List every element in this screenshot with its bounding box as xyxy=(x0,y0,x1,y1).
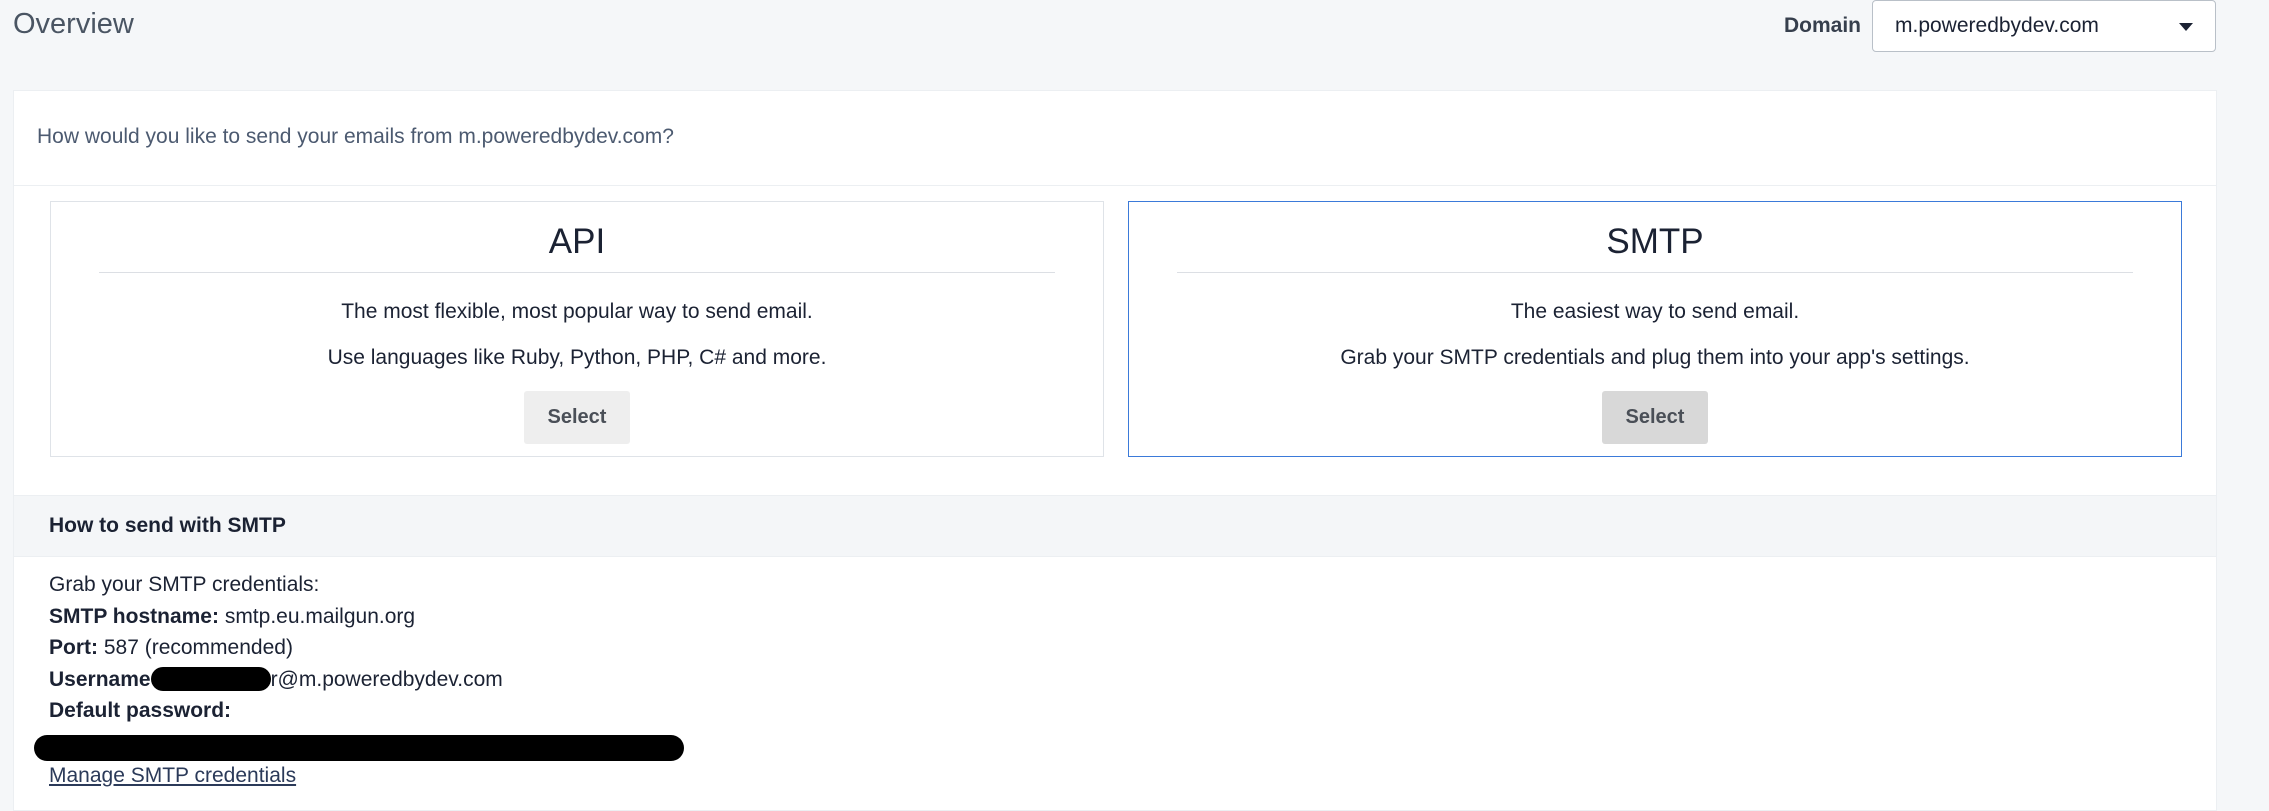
option-card-smtp[interactable]: SMTP The easiest way to send email. Grab… xyxy=(1128,201,2182,457)
page-title: Overview xyxy=(13,8,134,40)
hostname-row: SMTP hostname: smtp.eu.mailgun.org xyxy=(49,601,503,633)
port-row: Port: 587 (recommended) xyxy=(49,632,503,664)
option-subdescription-api: Use languages like Ruby, Python, PHP, C#… xyxy=(327,346,827,369)
redacted-password xyxy=(34,735,684,761)
option-description-api: The most flexible, most popular way to s… xyxy=(341,300,813,323)
divider xyxy=(1177,272,2133,273)
port-label: Port: xyxy=(49,636,98,659)
option-card-api[interactable]: API The most flexible, most popular way … xyxy=(50,201,1104,457)
select-api-button[interactable]: Select xyxy=(524,391,630,444)
hostname-value: smtp.eu.mailgun.org xyxy=(224,604,416,628)
top-bar: Overview Domain m.poweredbydev.com xyxy=(0,0,2269,90)
divider xyxy=(14,185,2216,186)
option-description-smtp: The easiest way to send email. xyxy=(1510,300,1800,323)
smtp-section-title: How to send with SMTP xyxy=(49,514,286,537)
username-value: r@m.poweredbydev.com xyxy=(270,667,503,691)
option-title-api: API xyxy=(548,222,606,261)
smtp-credentials: Grab your SMTP credentials: SMTP hostnam… xyxy=(49,569,503,727)
sending-method-card: How would you like to send your emails f… xyxy=(13,90,2217,811)
smtp-section-header: How to send with SMTP xyxy=(14,495,2216,557)
username-row: Username r@m.poweredbydev.com xyxy=(49,664,503,696)
hostname-label: SMTP hostname: xyxy=(49,604,219,628)
credentials-intro: Grab your SMTP credentials: xyxy=(49,573,320,596)
username-label: Username xyxy=(49,667,151,691)
domain-select-value: m.poweredbydev.com xyxy=(1895,14,2099,37)
chevron-down-icon xyxy=(2179,23,2193,31)
divider xyxy=(99,272,1055,273)
port-value: 587 (recommended) xyxy=(103,636,293,659)
password-row: Default password: xyxy=(49,695,503,727)
redacted-username xyxy=(150,666,271,691)
domain-select[interactable]: m.poweredbydev.com xyxy=(1872,0,2216,52)
option-subdescription-smtp: Grab your SMTP credentials and plug them… xyxy=(1340,346,1970,369)
manage-smtp-credentials-link[interactable]: Manage SMTP credentials xyxy=(49,764,296,788)
option-title-smtp: SMTP xyxy=(1606,222,1704,261)
password-label: Default password: xyxy=(49,699,232,722)
select-smtp-button[interactable]: Select xyxy=(1602,391,1708,444)
sending-question: How would you like to send your emails f… xyxy=(37,125,674,148)
domain-label: Domain xyxy=(1784,14,1862,37)
